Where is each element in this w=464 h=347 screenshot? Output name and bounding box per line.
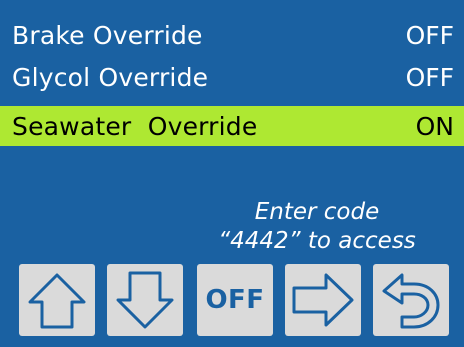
glycol-override-label: Glycol Override — [12, 62, 209, 92]
off-button[interactable]: OFF — [197, 264, 273, 336]
glycol-override-row[interactable]: Glycol Override OFF — [0, 58, 464, 96]
arrow-right-icon — [292, 273, 354, 327]
prompt-line-2: “4442” to access — [218, 228, 416, 254]
right-button[interactable] — [285, 264, 361, 336]
off-button-label: OFF — [205, 285, 265, 315]
seawater-override-value: ON — [415, 111, 454, 141]
return-arrow-icon — [382, 273, 440, 329]
access-code-prompt: Enter code “4442” to access — [192, 198, 442, 256]
glycol-override-value: OFF — [405, 62, 454, 92]
arrow-up-icon — [28, 273, 86, 329]
up-button[interactable] — [19, 264, 95, 336]
down-button[interactable] — [107, 264, 183, 336]
brake-override-label: Brake Override — [12, 20, 203, 50]
brake-override-row[interactable]: Brake Override OFF — [0, 16, 464, 54]
seawater-override-label: Seawater Override — [12, 111, 258, 141]
prompt-line-1: Enter code — [254, 199, 380, 225]
arrow-down-icon — [116, 271, 174, 329]
back-button[interactable] — [373, 264, 449, 336]
seawater-override-row-selected[interactable]: Seawater Override ON — [0, 106, 464, 146]
override-menu-screen: Brake Override OFF Glycol Override OFF S… — [0, 0, 464, 347]
brake-override-value: OFF — [405, 20, 454, 50]
